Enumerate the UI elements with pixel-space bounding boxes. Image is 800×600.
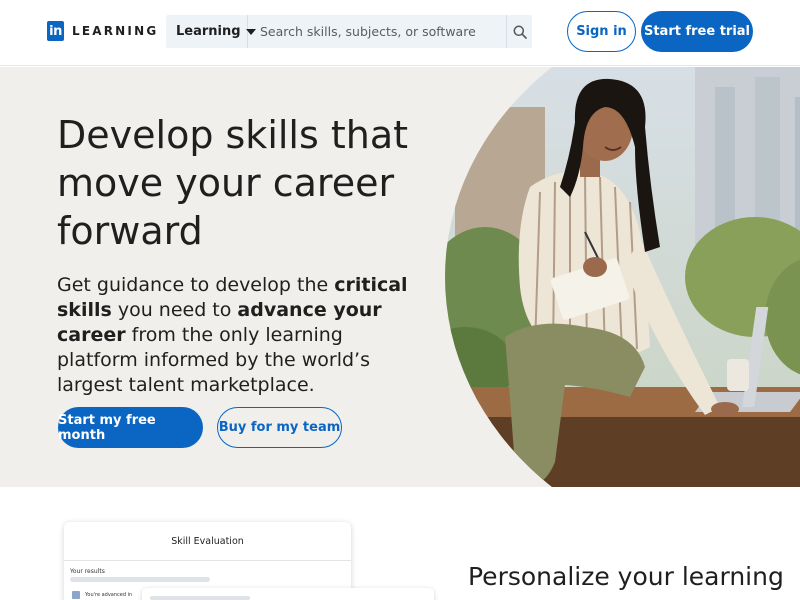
search-category-dropdown[interactable]: Learning <box>166 15 256 48</box>
search-bar: Learning <box>166 15 532 48</box>
hero-title: Develop skills that move your career for… <box>57 113 409 253</box>
advanced-label: You're advanced in <box>85 592 133 598</box>
hero-section: Develop skills that move your career for… <box>0 67 800 487</box>
skill-icon <box>72 591 80 599</box>
search-icon <box>513 25 527 39</box>
sign-in-button[interactable]: Sign in <box>567 11 636 52</box>
logo-wordmark: LEARNING <box>72 24 159 38</box>
divider <box>64 560 351 561</box>
linkedin-learning-logo[interactable]: in LEARNING <box>47 21 158 41</box>
search-input[interactable] <box>248 15 506 48</box>
preview-bar <box>150 596 250 600</box>
hero-photo-woman-with-notebook <box>445 67 800 487</box>
results-label: Your results <box>70 568 105 575</box>
secondary-preview-card <box>142 588 434 600</box>
results-bar <box>70 577 210 582</box>
search-category-label: Learning <box>176 24 241 39</box>
linkedin-icon: in <box>47 21 64 41</box>
start-free-month-button[interactable]: Start my free month <box>58 407 203 448</box>
subtitle-text: you need to <box>111 299 238 321</box>
top-nav: in LEARNING Learning Sign in Start free … <box>0 0 800 66</box>
card-title: Skill Evaluation <box>171 536 244 547</box>
subtitle-text: Get guidance to develop the <box>57 274 335 296</box>
start-free-trial-button[interactable]: Start free trial <box>641 11 753 52</box>
section-title: Personalize your learning <box>468 562 784 591</box>
buy-for-team-button[interactable]: Buy for my team <box>217 407 342 448</box>
hero-subtitle: Get guidance to develop the critical ski… <box>57 273 427 398</box>
search-button[interactable] <box>506 15 532 48</box>
